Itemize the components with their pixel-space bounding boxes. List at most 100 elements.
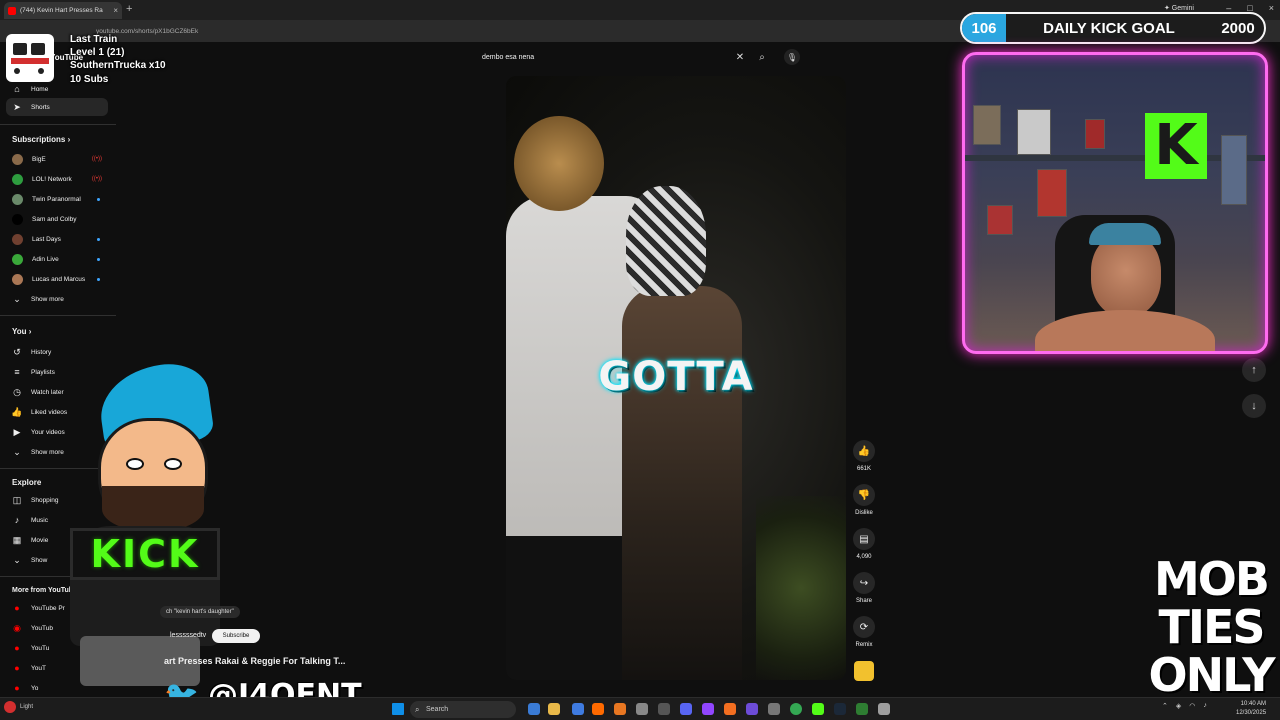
gemini-button[interactable]: ✦ Gemini bbox=[1164, 4, 1194, 12]
sidebar-item-shorts[interactable]: ➤ Shorts bbox=[6, 98, 108, 116]
subscriptions-heading[interactable]: Subscriptions › bbox=[12, 135, 70, 144]
train-logo bbox=[6, 34, 54, 82]
search-bar: dembo esa nena ✕ ⌕ bbox=[474, 48, 774, 66]
sidebar-item-history[interactable]: ↺ History bbox=[6, 343, 108, 361]
dislike-button[interactable]: 👎 Dislike bbox=[848, 484, 880, 516]
video-person-left-head bbox=[514, 116, 604, 211]
like-count: 661K bbox=[856, 466, 871, 472]
channel-avatar bbox=[12, 153, 23, 165]
new-tab-button[interactable]: + bbox=[126, 3, 132, 15]
subscribe-button[interactable]: Subscribe bbox=[212, 629, 260, 643]
wifi-icon[interactable]: ◠ bbox=[1189, 702, 1195, 710]
you-heading[interactable]: You › bbox=[12, 327, 31, 336]
like-button[interactable]: 👍 661K bbox=[848, 440, 880, 472]
subscription-label: LOL! Network bbox=[32, 175, 72, 183]
short-video-player[interactable]: GOTTA bbox=[506, 76, 846, 680]
short-title[interactable]: art Presses Rakai & Reggie For Talking T… bbox=[164, 656, 345, 666]
subscription-label: BigE bbox=[32, 155, 46, 163]
clock-icon: ◷ bbox=[13, 386, 21, 397]
sidebar-item-label: Show bbox=[31, 556, 48, 564]
comments-button[interactable]: ▤ 4,090 bbox=[848, 528, 880, 560]
share-icon: ↪ bbox=[853, 572, 875, 594]
related-search-chip[interactable]: ch "kevin hart's daughter" bbox=[160, 606, 240, 618]
tray-chevron-icon[interactable]: ⌃ bbox=[1162, 702, 1168, 710]
sidebar-divider bbox=[0, 315, 116, 316]
sidebar-item-label: Show more bbox=[31, 448, 64, 456]
sidebar-subscription-item[interactable]: LOL! Network ((•)) bbox=[6, 170, 108, 188]
sound-thumbnail[interactable] bbox=[854, 661, 874, 681]
arrow-down-icon: ↓ bbox=[1251, 400, 1257, 412]
sidebar-subscription-item[interactable]: BigE ((•)) bbox=[6, 150, 108, 168]
thumbs-up-icon: 👍 bbox=[11, 406, 23, 417]
new-content-dot-icon bbox=[97, 197, 100, 201]
channel-avatar bbox=[12, 273, 23, 285]
channel-avatar bbox=[12, 173, 23, 185]
sidebar-subscription-item[interactable]: Adin Live bbox=[6, 250, 108, 268]
windows-start-icon[interactable] bbox=[392, 703, 404, 715]
channel-avatar bbox=[12, 253, 23, 265]
channel-name[interactable]: lesssssedtv bbox=[170, 632, 206, 639]
subscription-label: Lucas and Marcus bbox=[32, 275, 86, 283]
kick-icon[interactable] bbox=[812, 703, 824, 715]
sidebar-item-label: Music bbox=[31, 516, 48, 524]
firefox-icon[interactable] bbox=[592, 703, 604, 715]
comment-icon: ▤ bbox=[853, 528, 875, 550]
daily-kick-goal: 106 DAILY KICK GOAL 2000 bbox=[960, 12, 1266, 44]
steam-icon[interactable] bbox=[834, 703, 846, 715]
search-input[interactable]: dembo esa nena bbox=[474, 54, 730, 61]
youtube-kids-icon: ● bbox=[14, 663, 20, 673]
sidebar-subscription-item[interactable]: Last Days bbox=[6, 230, 108, 248]
taskbar-clock[interactable]: 10:40 AM 12/30/2025 bbox=[1236, 700, 1266, 718]
task-view-icon[interactable] bbox=[528, 703, 540, 715]
arrow-up-icon: ↑ bbox=[1251, 364, 1257, 376]
tray-app-icon[interactable]: ◈ bbox=[1176, 702, 1181, 710]
weather-widget[interactable]: Light bbox=[4, 701, 33, 713]
sidebar-item-label: YouTu bbox=[31, 644, 50, 652]
app-icon[interactable] bbox=[614, 703, 626, 715]
clock-time: 10:40 AM bbox=[1240, 701, 1267, 707]
previous-short-button[interactable]: ↑ bbox=[1242, 358, 1266, 382]
app-icon[interactable] bbox=[856, 703, 868, 715]
mic-icon[interactable]: 🎙 bbox=[784, 49, 800, 65]
clear-icon[interactable]: ✕ bbox=[730, 52, 750, 63]
url-field[interactable]: youtube.com/shorts/pX1bGCZ6bEk bbox=[88, 25, 508, 38]
tab-close-icon[interactable]: × bbox=[113, 6, 118, 15]
remix-icon: ⟳ bbox=[853, 616, 875, 638]
app-icon[interactable] bbox=[636, 703, 648, 715]
browser-tab[interactable]: (744) Kevin Hart Presses Ra × bbox=[4, 2, 122, 19]
app-icon[interactable] bbox=[724, 703, 736, 715]
chevron-down-icon: ⌄ bbox=[13, 554, 21, 565]
volume-icon[interactable]: ♪ bbox=[1203, 702, 1207, 710]
sidebar-subscription-item[interactable]: Twin Paranormal bbox=[6, 190, 108, 208]
goal-current: 106 bbox=[962, 14, 1006, 42]
settings-gear-icon[interactable] bbox=[878, 703, 890, 715]
window-close-button[interactable]: × bbox=[1269, 3, 1274, 13]
taskbar-search[interactable]: ⌕ Search bbox=[410, 701, 516, 718]
youtube-logo-icon: ● bbox=[14, 683, 20, 693]
search-icon[interactable]: ⌕ bbox=[750, 52, 774, 63]
streamer-face bbox=[1091, 233, 1161, 317]
sidebar-item-label: YouTub bbox=[31, 624, 53, 632]
streamer-cap bbox=[1089, 223, 1161, 245]
next-short-button[interactable]: ↓ bbox=[1242, 394, 1266, 418]
chrome-icon[interactable] bbox=[790, 703, 802, 715]
sidebar-subscription-item[interactable]: Sam and Colby bbox=[6, 210, 108, 228]
discord-icon[interactable] bbox=[680, 703, 692, 715]
sidebar-item-label: Show more bbox=[31, 295, 64, 303]
weather-label: Light bbox=[20, 704, 34, 710]
remix-button[interactable]: ⟳ Remix bbox=[848, 616, 880, 648]
kick-sign: KICK bbox=[70, 528, 220, 580]
youtube-music-icon: ● bbox=[14, 643, 20, 653]
goal-title: DAILY KICK GOAL bbox=[1043, 19, 1175, 37]
kick-k-logo: K bbox=[1145, 113, 1207, 179]
app-icon[interactable] bbox=[746, 703, 758, 715]
search-icon: ⌕ bbox=[415, 705, 420, 714]
twitch-icon[interactable] bbox=[702, 703, 714, 715]
file-explorer-icon[interactable] bbox=[548, 703, 560, 715]
edge-icon[interactable] bbox=[572, 703, 584, 715]
share-button[interactable]: ↪ Share bbox=[848, 572, 880, 604]
app-icon[interactable] bbox=[658, 703, 670, 715]
show-more-subscriptions[interactable]: ⌄ Show more bbox=[6, 290, 108, 308]
app-icon[interactable] bbox=[768, 703, 780, 715]
sidebar-subscription-item[interactable]: Lucas and Marcus bbox=[6, 270, 108, 288]
